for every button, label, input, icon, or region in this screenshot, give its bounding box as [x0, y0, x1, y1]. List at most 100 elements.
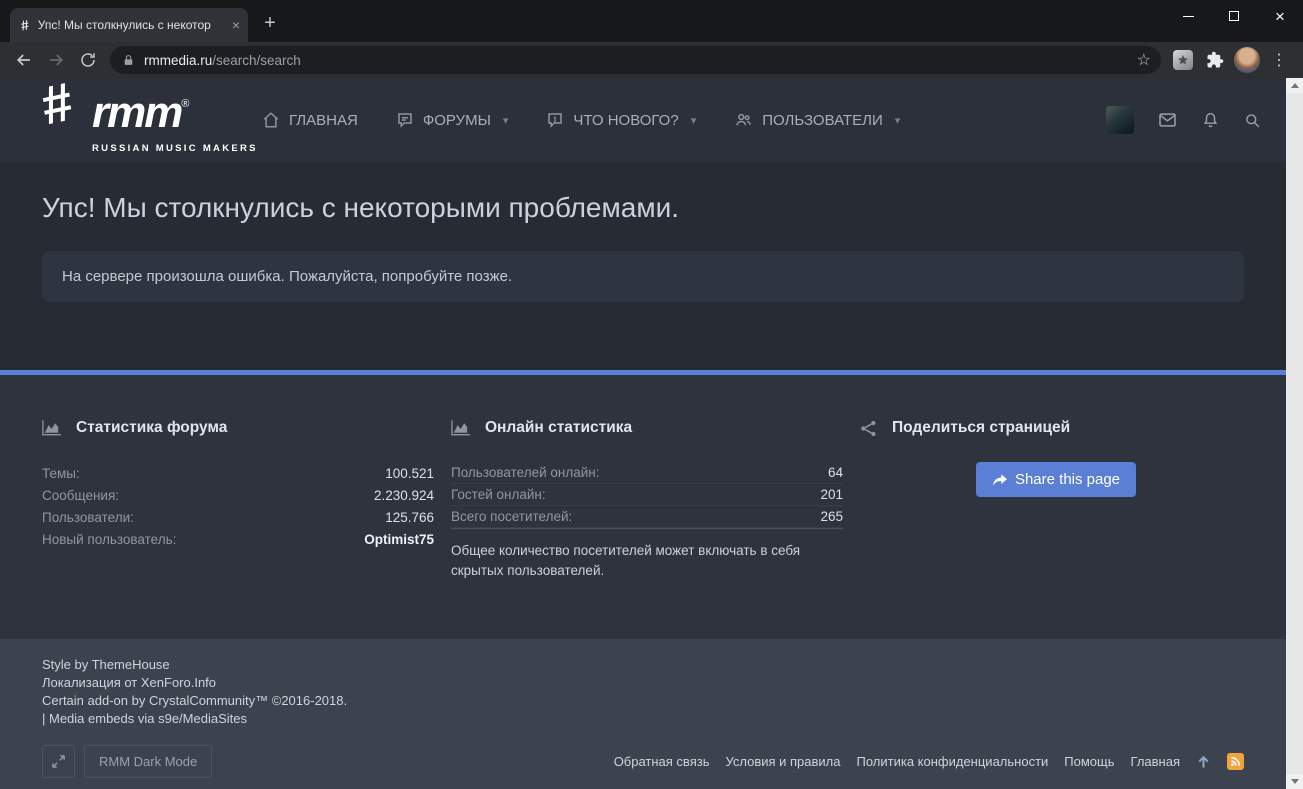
- forward-button[interactable]: [42, 46, 70, 74]
- credit-line[interactable]: | Media embeds via s9e/MediaSites: [42, 710, 1244, 728]
- online-stats-note: Общее количество посетителей может включ…: [451, 543, 801, 578]
- puzzle-icon: [1207, 51, 1224, 68]
- bookmark-star-icon[interactable]: ☆: [1137, 50, 1151, 70]
- forum-stats-header: Статистика форума: [42, 419, 434, 437]
- credit-line[interactable]: Локализация от XenForo.Info: [42, 674, 1244, 692]
- nav-item-users[interactable]: ПОЛЬЗОВАТЕЛИ ▾: [734, 111, 900, 129]
- reload-button[interactable]: [74, 46, 102, 74]
- stat-label: Пользователи:: [42, 509, 134, 525]
- new-tab-button[interactable]: +: [256, 9, 284, 37]
- footer-link-terms[interactable]: Условия и правила: [725, 754, 840, 769]
- minimize-icon: [1182, 15, 1194, 17]
- tab-strip: # Упс! Мы столкнулись с некотор × + ×: [0, 0, 1303, 42]
- site-logo[interactable]: # rmm® RUSSIAN MUSIC MAKERS: [36, 71, 255, 153]
- share-nodes-icon: [861, 420, 876, 436]
- nav-label: ЧТО НОВОГО?: [573, 111, 679, 129]
- window-controls: ×: [1165, 0, 1303, 32]
- forum-stats-title: Статистика форума: [76, 419, 228, 436]
- stat-row-threads: Темы: 100.521: [42, 462, 434, 484]
- site-footer: Style by ThemeHouse Локализация от XenFo…: [0, 639, 1286, 789]
- tab-close-icon[interactable]: ×: [232, 17, 240, 33]
- share-header: Поделиться страницей: [860, 419, 1252, 437]
- newest-member-link[interactable]: Optimist75: [364, 532, 434, 547]
- stat-value: 100.521: [385, 465, 434, 481]
- footer-link-contact[interactable]: Обратная связь: [614, 754, 710, 769]
- url-bar[interactable]: rmmedia.ru/search/search ☆: [110, 46, 1161, 74]
- browser-profile-button[interactable]: [1233, 46, 1261, 74]
- online-stats-header: Онлайн статистика: [451, 419, 843, 437]
- stats-section: Статистика форума Темы: 100.521 Сообщени…: [0, 375, 1286, 639]
- share-arrow-icon: [992, 473, 1007, 486]
- inbox-mail-icon[interactable]: [1157, 110, 1178, 130]
- footer-links: Обратная связь Условия и правила Политик…: [614, 753, 1244, 770]
- nav-label: ГЛАВНАЯ: [289, 111, 358, 129]
- style-chooser-button[interactable]: RMM Dark Mode: [84, 745, 213, 778]
- url-path: /search/search: [212, 52, 301, 68]
- browser-tab[interactable]: # Упс! Мы столкнулись с некотор ×: [10, 8, 248, 42]
- minimize-button[interactable]: [1165, 0, 1211, 32]
- nav-item-home[interactable]: ГЛАВНАЯ: [262, 111, 358, 129]
- extension-icon: [1173, 50, 1193, 70]
- alerts-bell-icon[interactable]: [1201, 110, 1220, 130]
- share-this-page-button[interactable]: Share this page: [975, 462, 1137, 497]
- credit-line[interactable]: Style by ThemeHouse: [42, 656, 1244, 674]
- site-page: # rmm® RUSSIAN MUSIC MAKERS ГЛАВНАЯ ФОРУ…: [0, 71, 1286, 789]
- stat-value: 2.230.924: [373, 487, 434, 503]
- scrollbar-down-button[interactable]: [1286, 774, 1303, 789]
- back-to-top-icon[interactable]: [1196, 754, 1211, 770]
- stat-label: Гостей онлайн:: [451, 487, 546, 502]
- browser-menu-button[interactable]: ⋮: [1265, 46, 1293, 74]
- extensions-menu-button[interactable]: [1201, 46, 1229, 74]
- back-arrow-icon: [16, 54, 30, 66]
- back-button[interactable]: [10, 46, 38, 74]
- footer-link-home[interactable]: Главная: [1131, 754, 1180, 769]
- triangle-down-icon: [1290, 779, 1299, 784]
- stat-row-messages: Сообщения: 2.230.924: [42, 484, 434, 506]
- forums-icon: [398, 113, 412, 128]
- error-message-box: На сервере произошла ошибка. Пожалуйста,…: [42, 251, 1244, 302]
- stat-label: Новый пользователь:: [42, 531, 177, 547]
- browser-toolbar: rmmedia.ru/search/search ☆ ⋮: [0, 42, 1303, 78]
- stat-value: 64: [827, 465, 843, 480]
- chevron-down-icon: ▾: [690, 114, 697, 127]
- search-icon[interactable]: [1243, 111, 1262, 130]
- page-title: Упс! Мы столкнулись с некоторыми проблем…: [42, 192, 679, 223]
- rss-button[interactable]: [1227, 753, 1244, 770]
- extension-action-button[interactable]: [1169, 46, 1197, 74]
- chart-icon: [42, 420, 61, 436]
- share-button-label: Share this page: [1014, 471, 1121, 488]
- online-stats-title: Онлайн статистика: [485, 419, 633, 436]
- rss-icon: [1231, 756, 1241, 766]
- chevron-down-icon: ▾: [502, 114, 509, 127]
- stat-row-members-online: Пользователей онлайн: 64: [451, 462, 843, 484]
- expand-icon: [52, 755, 65, 768]
- footer-link-privacy[interactable]: Политика конфиденциальности: [857, 754, 1049, 769]
- whats-new-icon: [548, 113, 563, 128]
- header-actions: [1106, 106, 1262, 134]
- browser-window: # Упс! Мы столкнулись с некотор × + × rm…: [0, 0, 1303, 789]
- close-icon: ×: [1275, 6, 1285, 26]
- toggle-width-button[interactable]: [42, 745, 75, 778]
- footer-link-help[interactable]: Помощь: [1064, 754, 1114, 769]
- share-column: Поделиться страницей Share this page: [860, 419, 1252, 639]
- forward-arrow-icon: [50, 54, 64, 66]
- nav-item-forums[interactable]: ФОРУМЫ ▾: [396, 111, 509, 129]
- stat-label: Всего посетителей:: [451, 509, 573, 524]
- stat-row-guests-online: Гостей онлайн: 201: [451, 484, 843, 506]
- nav-item-whats-new[interactable]: ЧТО НОВОГО? ▾: [546, 111, 696, 129]
- credit-line[interactable]: Certain add-on by CrystalCommunity™ ©201…: [42, 692, 1244, 710]
- page-scrollbar[interactable]: [1286, 78, 1303, 789]
- close-button[interactable]: ×: [1257, 0, 1303, 32]
- logo-hash-icon: #: [36, 71, 78, 136]
- scrollbar-thumb[interactable]: [1286, 93, 1303, 774]
- maximize-button[interactable]: [1211, 0, 1257, 32]
- stat-label: Сообщения:: [42, 487, 120, 503]
- scrollbar-up-button[interactable]: [1286, 78, 1303, 93]
- users-icon: [736, 113, 752, 126]
- tab-title: Упс! Мы столкнулись с некотор: [37, 18, 211, 32]
- logo-wordmark: rmm®: [92, 87, 232, 140]
- stat-row-total-visitors: Всего посетителей: 265: [451, 506, 843, 528]
- user-avatar[interactable]: [1106, 106, 1134, 134]
- online-note-divider: [451, 528, 843, 529]
- stat-value: 201: [820, 487, 843, 502]
